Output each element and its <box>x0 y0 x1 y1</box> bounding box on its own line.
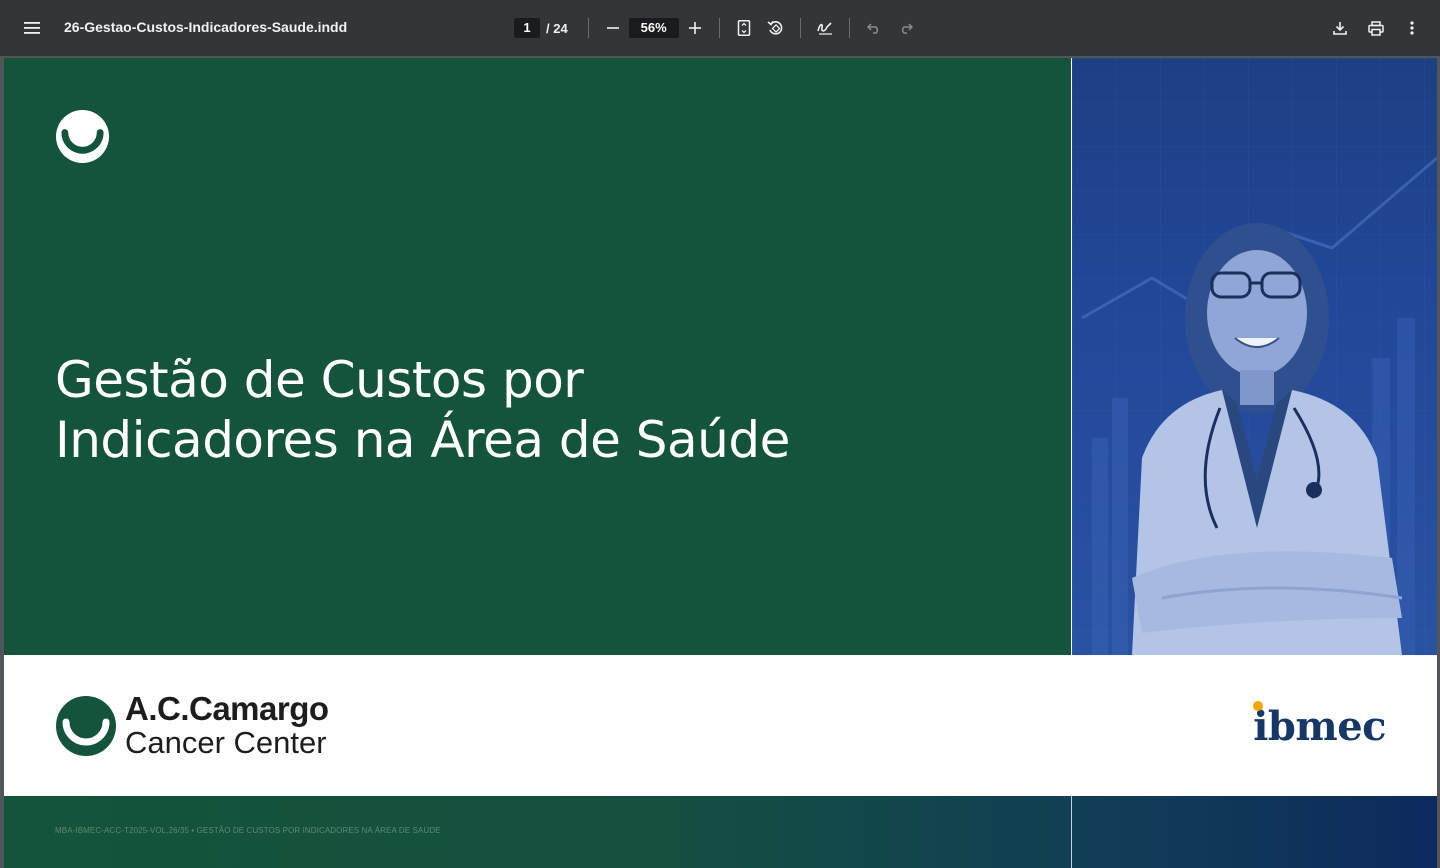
download-icon <box>1333 22 1347 35</box>
cover-title-line2: Indicadores na Área de Saúde <box>55 411 790 469</box>
zoom-in-icon <box>688 22 701 34</box>
undo-icon <box>866 23 878 34</box>
more-icon <box>1410 21 1414 35</box>
cover-green-panel: Gestão de Custos por Indicadores na Área… <box>4 58 1071 655</box>
pdf-page: Gestão de Custos por Indicadores na Área… <box>4 58 1437 868</box>
zoom-input[interactable]: 56% <box>628 18 679 38</box>
ibmec-logo: ibmec <box>1253 701 1386 750</box>
doctor-photo <box>1072 58 1437 655</box>
ibmec-logo-text: ibmec <box>1253 703 1386 750</box>
page-number-input[interactable]: 1 <box>514 18 540 38</box>
rotate-icon <box>767 21 783 35</box>
more-options-button[interactable] <box>1396 12 1428 44</box>
zoom-in-button[interactable] <box>679 12 711 44</box>
toolbar-divider <box>587 18 589 38</box>
smile-logo-icon <box>55 109 110 164</box>
pdf-toolbar: 26-Gestao-Custos-Indicadores-Saude.indd … <box>0 0 1440 56</box>
doctor-illustration <box>1072 58 1437 655</box>
page-controls: 1 / 24 56% <box>514 12 922 44</box>
toolbar-divider <box>718 18 720 38</box>
fit-page-button[interactable] <box>728 12 760 44</box>
footer-code: MBA-IBMEC-ACC-T2025-VOL.26/35 • GESTÃO D… <box>55 826 441 835</box>
menu-icon <box>24 22 40 34</box>
fit-page-icon <box>737 20 750 36</box>
cover-title-line1: Gestão de Custos por <box>55 351 584 409</box>
redo-button[interactable] <box>890 12 922 44</box>
toolbar-divider <box>848 18 850 38</box>
menu-button[interactable] <box>16 12 48 44</box>
toolbar-divider <box>799 18 801 38</box>
document-title: 26-Gestao-Custos-Indicadores-Saude.indd <box>64 19 348 35</box>
undo-button[interactable] <box>858 12 890 44</box>
footer-band: MBA-IBMEC-ACC-T2025-VOL.26/35 • GESTÃO D… <box>4 796 1437 868</box>
acc-logo-name: A.C.Camargo <box>125 690 329 727</box>
annotate-button[interactable] <box>809 12 841 44</box>
print-button[interactable] <box>1360 12 1392 44</box>
redo-icon <box>901 23 913 34</box>
zoom-out-button[interactable] <box>597 12 629 44</box>
cover-title: Gestão de Custos por Indicadores na Área… <box>55 350 790 470</box>
download-button[interactable] <box>1324 12 1356 44</box>
acc-camargo-logo: A.C.Camargo Cancer Center <box>55 692 329 760</box>
logo-band: A.C.Camargo Cancer Center ibmec <box>4 655 1437 796</box>
zoom-out-icon <box>606 27 619 29</box>
toolbar-actions <box>1324 12 1428 44</box>
page-total: / 24 <box>546 20 568 36</box>
rotate-button[interactable] <box>760 12 792 44</box>
acc-logo-subtitle: Cancer Center <box>125 725 327 760</box>
footer-divider <box>1071 796 1072 868</box>
print-icon <box>1368 20 1384 36</box>
annotate-icon <box>816 22 832 35</box>
acc-smile-icon <box>56 696 116 756</box>
